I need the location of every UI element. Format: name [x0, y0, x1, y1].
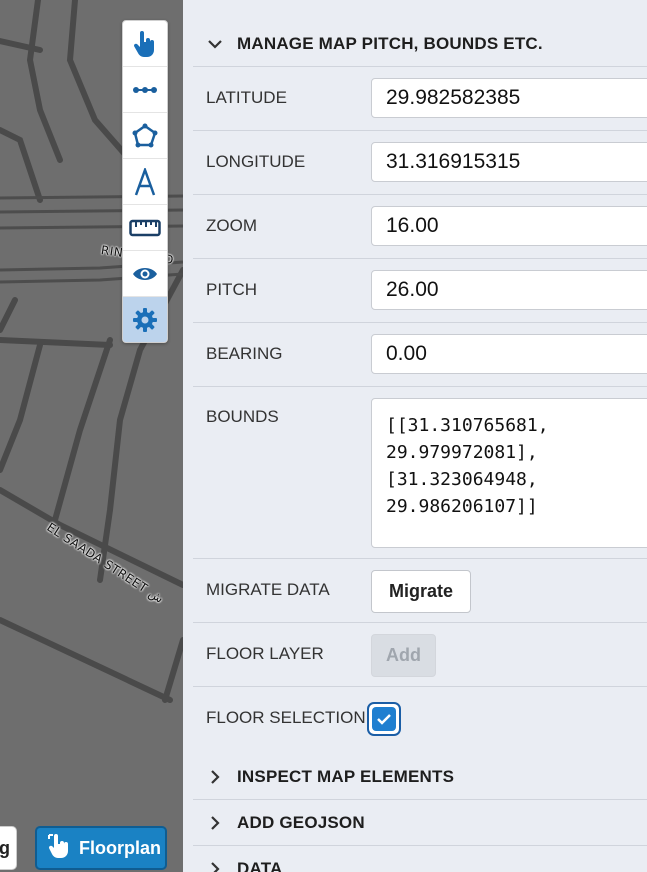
- settings-panel: MANAGE MAP PITCH, BOUNDS ETC. LATITUDE L…: [183, 0, 647, 872]
- partial-map-button[interactable]: g: [0, 826, 17, 870]
- floor-selection-checkbox[interactable]: [367, 702, 401, 736]
- geojson-section-title: ADD GEOJSON: [237, 812, 365, 832]
- polygon-tool-button[interactable]: [123, 113, 167, 159]
- data-section-title: DATA: [237, 858, 283, 872]
- bearing-label: BEARING: [206, 344, 283, 363]
- zoom-label: ZOOM: [206, 216, 257, 235]
- pitch-label: PITCH: [206, 280, 257, 299]
- chevron-right-icon: [207, 815, 223, 831]
- partial-button-label: g: [0, 837, 10, 858]
- data-section-header[interactable]: DATA: [193, 846, 647, 872]
- bounds-label: BOUNDS: [206, 407, 279, 426]
- polyline-icon: [132, 85, 158, 95]
- inspect-section-header[interactable]: INSPECT MAP ELEMENTS: [193, 754, 647, 800]
- floor-selection-label: FLOOR SELECTION: [206, 708, 366, 727]
- latitude-row: LATITUDE: [193, 66, 647, 131]
- pitch-input[interactable]: [371, 270, 647, 310]
- latitude-input[interactable]: [371, 78, 647, 118]
- manage-map-section-header[interactable]: MANAGE MAP PITCH, BOUNDS ETC.: [193, 22, 647, 67]
- bearing-input[interactable]: [371, 334, 647, 374]
- hand-drag-icon: [47, 833, 71, 864]
- draw-toolbar: [122, 20, 168, 343]
- chevron-down-icon: [207, 36, 223, 52]
- hand-pointer-icon: [132, 30, 158, 58]
- floor-selection-row: FLOOR SELECTION: [193, 686, 647, 750]
- migrate-label: MIGRATE DATA: [206, 580, 330, 599]
- bounds-row: BOUNDS [[31.310765681, 29.979972081], [3…: [193, 386, 647, 559]
- latitude-label: LATITUDE: [206, 88, 287, 107]
- longitude-input[interactable]: [371, 142, 647, 182]
- geojson-section-header[interactable]: ADD GEOJSON: [193, 800, 647, 846]
- polygon-icon: [132, 123, 158, 149]
- migrate-button[interactable]: Migrate: [371, 570, 471, 613]
- manage-map-title: MANAGE MAP PITCH, BOUNDS ETC.: [237, 34, 543, 53]
- chevron-right-icon: [207, 861, 223, 872]
- bearing-row: BEARING: [193, 322, 647, 387]
- add-floor-layer-button[interactable]: Add: [371, 634, 436, 677]
- floorplan-label: Floorplan: [79, 837, 161, 858]
- floor-layer-row: FLOOR LAYER Add: [193, 622, 647, 687]
- chevron-right-icon: [207, 769, 223, 785]
- inspect-section-title: INSPECT MAP ELEMENTS: [237, 766, 455, 786]
- eye-icon: [132, 266, 158, 282]
- visibility-tool-button[interactable]: [123, 251, 167, 297]
- floorplan-button[interactable]: Floorplan: [35, 826, 167, 870]
- settings-tool-button[interactable]: [123, 297, 167, 342]
- ruler-icon: [129, 219, 161, 237]
- longitude-row: LONGITUDE: [193, 130, 647, 195]
- zoom-input[interactable]: [371, 206, 647, 246]
- zoom-row: ZOOM: [193, 194, 647, 259]
- migrate-row: MIGRATE DATA Migrate: [193, 558, 647, 623]
- floor-layer-label: FLOOR LAYER: [206, 644, 324, 663]
- polyline-tool-button[interactable]: [123, 67, 167, 113]
- pointer-tool-button[interactable]: [123, 21, 167, 67]
- longitude-label: LONGITUDE: [206, 152, 306, 171]
- text-tool-icon: [133, 167, 157, 196]
- measure-tool-button[interactable]: [123, 205, 167, 251]
- gear-icon: [132, 307, 158, 333]
- bounds-textarea[interactable]: [[31.310765681, 29.979972081], [31.32306…: [371, 398, 647, 548]
- checkmark-icon: [372, 707, 396, 731]
- text-tool-button[interactable]: [123, 159, 167, 205]
- pitch-row: PITCH: [193, 258, 647, 323]
